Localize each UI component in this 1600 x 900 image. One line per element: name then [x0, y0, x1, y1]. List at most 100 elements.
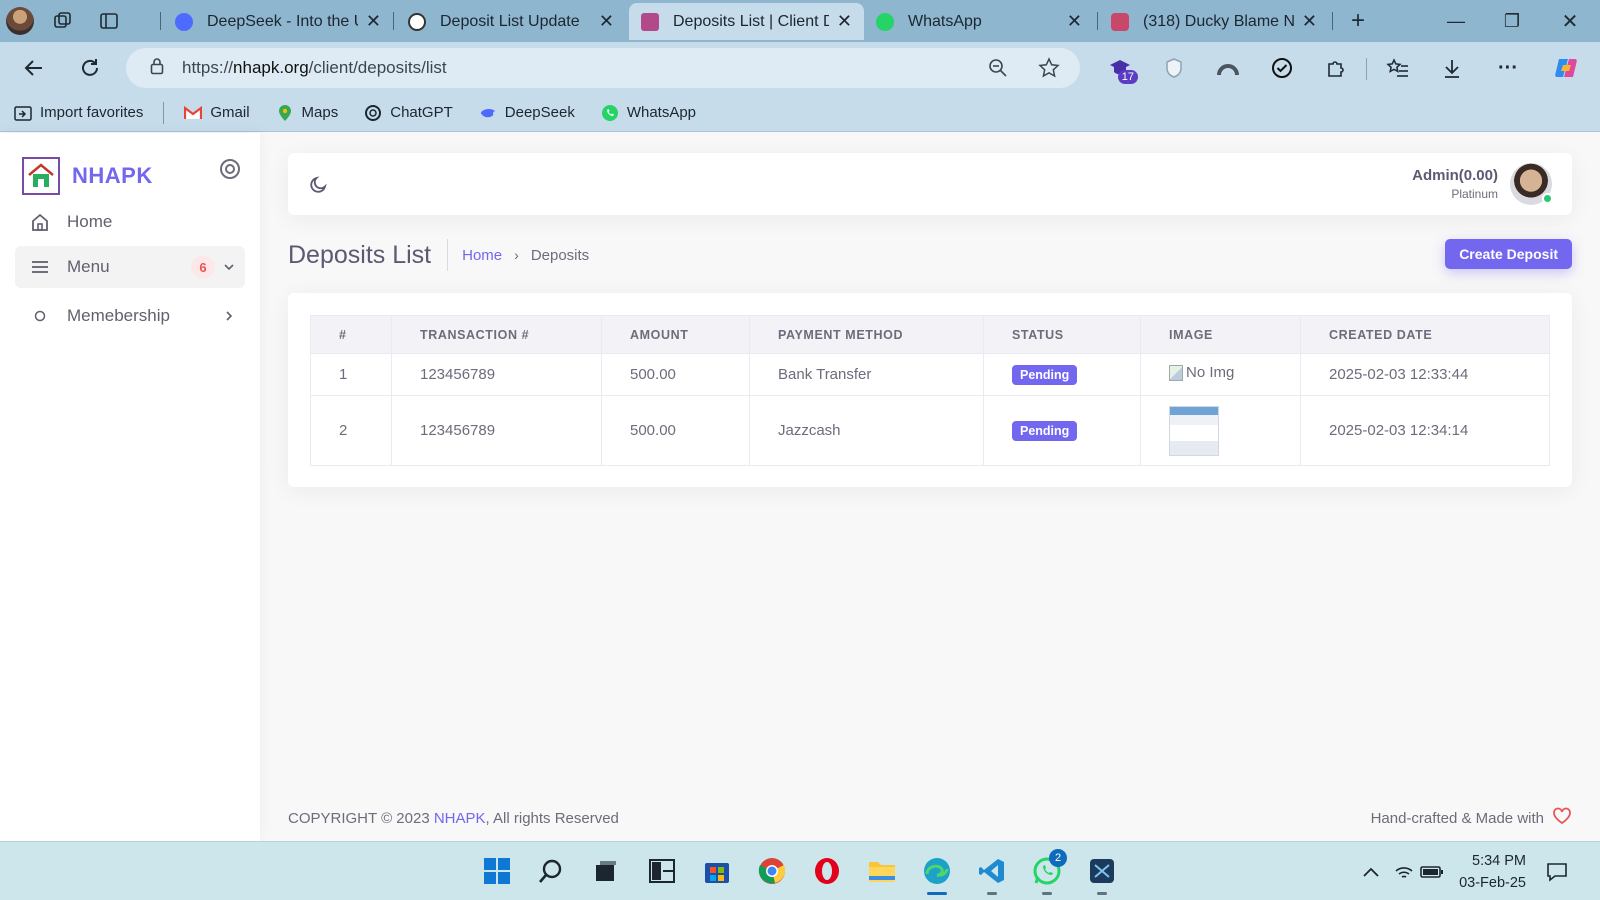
extension-scholar-icon[interactable]: 17	[1102, 50, 1138, 86]
windows-taskbar: 2 5:34 PM 03-Feb-25	[0, 841, 1600, 900]
footer-right: Hand-crafted & Made with	[1371, 807, 1572, 829]
search-icon[interactable]	[531, 851, 571, 891]
table-row: 1 123456789 500.00 Bank Transfer Pending…	[310, 353, 1550, 396]
cell-created-date: 2025-02-03 12:33:44	[1300, 353, 1550, 396]
widgets-icon[interactable]	[642, 851, 682, 891]
show-hidden-icons-chevron-icon[interactable]	[1362, 842, 1380, 900]
favorite-deepseek[interactable]: DeepSeek	[479, 104, 575, 122]
whatsapp-icon	[876, 12, 894, 31]
battery-icon[interactable]	[1420, 842, 1444, 900]
brand-name: NHAPK	[72, 163, 153, 188]
opera-icon[interactable]	[807, 851, 847, 891]
notifications-icon[interactable]	[1546, 842, 1568, 900]
dark-mode-moon-icon[interactable]	[308, 173, 330, 200]
close-tab-icon[interactable]: ✕	[366, 11, 381, 32]
import-favorites-icon	[14, 104, 32, 122]
tab-actions-icon[interactable]	[86, 0, 132, 42]
status-badge: Pending	[1012, 420, 1078, 441]
new-tab-button[interactable]: +	[1330, 0, 1386, 42]
cell-transaction: 123456789	[391, 353, 602, 396]
deposit-receipt-thumbnail[interactable]	[1169, 405, 1219, 456]
home-icon	[29, 212, 51, 232]
close-window-button[interactable]: ✕	[1542, 0, 1598, 42]
close-tab-icon[interactable]: ✕	[1302, 11, 1317, 32]
more-options-icon[interactable]: ···	[1490, 50, 1526, 86]
browser-tab-whatsapp[interactable]: WhatsApp ✕	[864, 3, 1094, 40]
favorite-star-icon[interactable]	[1038, 48, 1060, 88]
close-icon: ✕	[1561, 10, 1579, 33]
edge-browser-icon[interactable]	[917, 851, 957, 895]
favorites-list-icon[interactable]	[1380, 50, 1416, 86]
workspaces-icon[interactable]	[40, 0, 86, 42]
browser-tab-strip: DeepSeek - Into the Unknown ✕ Deposit Li…	[0, 0, 1600, 42]
browser-tab-deepseek[interactable]: DeepSeek - Into the Unknown ✕	[163, 3, 393, 40]
close-tab-icon[interactable]: ✕	[599, 11, 614, 32]
arc-extension-icon[interactable]	[1210, 50, 1246, 86]
vscode-icon[interactable]	[972, 851, 1012, 895]
cell-number: 2	[310, 395, 392, 466]
broken-image-icon	[1169, 364, 1183, 381]
minimize-button[interactable]: —	[1428, 0, 1484, 42]
cell-number: 1	[310, 353, 392, 396]
browser-tab-deposit-list-update[interactable]: Deposit List Update ✕	[396, 3, 626, 40]
favorite-maps[interactable]: Maps	[276, 104, 338, 122]
taskbar-clock[interactable]: 5:34 PM 03-Feb-25	[1444, 850, 1526, 894]
whatsapp-taskbar-icon[interactable]: 2	[1027, 849, 1067, 895]
browser-tab-deposits-list[interactable]: Deposits List | Client Dashboard ✕	[629, 3, 864, 40]
microsoft-store-icon[interactable]	[697, 851, 737, 891]
brand-link[interactable]: NHAPK	[22, 157, 153, 195]
breadcrumb-home-link[interactable]: Home	[462, 247, 502, 264]
column-header-created-date: CREATED DATE	[1300, 315, 1550, 354]
restore-button[interactable]: ❐	[1484, 0, 1540, 42]
nhapk-logo-icon	[22, 157, 60, 195]
sidebar-item-membership[interactable]: Memebership	[15, 295, 245, 337]
breadcrumb: Home › Deposits	[462, 247, 589, 264]
check-circle-icon[interactable]	[1264, 50, 1300, 86]
shield-icon[interactable]	[1156, 50, 1192, 86]
menu-count-badge: 6	[191, 256, 215, 278]
address-bar[interactable]: https://nhapk.org/client/deposits/list	[126, 48, 1080, 88]
chevron-right-icon: ›	[514, 247, 519, 263]
chatgpt-icon	[408, 12, 426, 31]
refresh-button[interactable]	[72, 50, 108, 86]
online-status-dot	[1542, 193, 1553, 204]
footer-brand-link[interactable]: NHAPK	[434, 810, 486, 827]
cell-amount: 500.00	[601, 353, 750, 396]
content-header: Deposits List Home › Deposits Create Dep…	[288, 237, 1572, 273]
user-dropdown[interactable]: Admin(0.00) Platinum	[1412, 163, 1553, 205]
profile-button[interactable]	[0, 0, 40, 42]
zoom-icon[interactable]	[988, 48, 1008, 88]
favorite-chatgpt[interactable]: ChatGPT	[364, 104, 453, 122]
page-title: Deposits List	[288, 239, 449, 271]
sidebar-collapse-toggle-icon[interactable]	[220, 159, 240, 179]
sidebar-item-home[interactable]: Home	[15, 201, 245, 243]
table-header-row: # TRANSACTION # AMOUNT PAYMENT METHOD ST…	[310, 315, 1550, 354]
chevron-right-icon	[223, 307, 235, 327]
chrome-icon[interactable]	[752, 851, 792, 891]
cell-image	[1140, 395, 1301, 466]
snipping-tool-icon[interactable]	[1082, 851, 1122, 895]
create-deposit-button[interactable]: Create Deposit	[1445, 239, 1572, 269]
user-name: Admin(0.00)	[1412, 167, 1498, 184]
favorite-import[interactable]: Import favorites	[14, 104, 143, 122]
download-icon[interactable]	[1434, 50, 1470, 86]
copilot-icon[interactable]	[1548, 50, 1584, 86]
sidebar-item-menu[interactable]: Menu 6	[15, 246, 245, 288]
favorite-gmail[interactable]: Gmail	[184, 104, 250, 122]
cell-image: No Img	[1140, 353, 1301, 396]
cell-transaction: 123456789	[391, 395, 602, 466]
broken-image[interactable]: No Img	[1169, 364, 1234, 381]
windows-start-icon[interactable]	[477, 851, 517, 891]
deposits-table: # TRANSACTION # AMOUNT PAYMENT METHOD ST…	[310, 315, 1550, 466]
file-explorer-icon[interactable]	[862, 851, 902, 891]
extensions-puzzle-icon[interactable]	[1318, 50, 1354, 86]
close-tab-icon[interactable]: ✕	[837, 11, 852, 32]
browser-tab-youtube[interactable]: (318) Ducky Blame Nani ✕	[1099, 3, 1329, 40]
favorites-bar: Import favorites Gmail Maps ChatGPT Deep…	[0, 94, 1600, 132]
task-view-icon[interactable]	[586, 851, 626, 891]
favorite-whatsapp[interactable]: WhatsApp	[601, 104, 696, 122]
deposits-card: # TRANSACTION # AMOUNT PAYMENT METHOD ST…	[288, 293, 1572, 487]
wifi-icon[interactable]	[1394, 842, 1414, 900]
back-button[interactable]	[16, 50, 52, 86]
close-tab-icon[interactable]: ✕	[1067, 11, 1082, 32]
